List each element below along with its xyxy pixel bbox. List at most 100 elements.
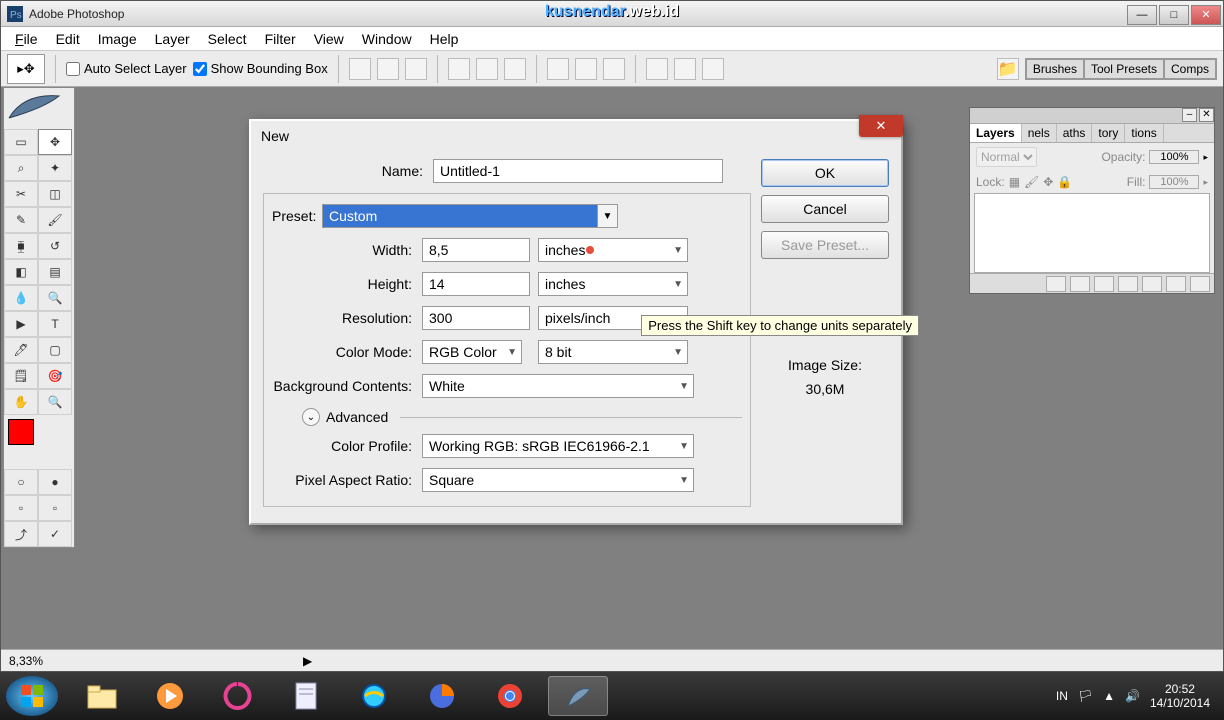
layers-list[interactable] (974, 193, 1210, 273)
dialog-close-button[interactable]: ✕ (859, 115, 903, 137)
menu-filter[interactable]: Filter (257, 29, 304, 49)
taskbar-chrome-icon[interactable] (480, 676, 540, 716)
align-hcenter-button[interactable] (476, 58, 498, 80)
tray-flag-icon[interactable]: 🏳 (1078, 689, 1093, 703)
distribute-right-button[interactable] (702, 58, 724, 80)
align-top-button[interactable] (349, 58, 371, 80)
new-group-icon[interactable] (1142, 276, 1162, 292)
menu-window[interactable]: Window (354, 29, 420, 49)
status-arrow-icon[interactable]: ▶ (303, 654, 312, 668)
screenmode-2[interactable]: ▫ (38, 495, 72, 521)
notes-tool[interactable]: 🗒 (4, 363, 38, 389)
path-select-tool[interactable]: ▶ (4, 311, 38, 337)
menu-view[interactable]: View (306, 29, 352, 49)
auto-select-checkbox[interactable]: Auto Select Layer (66, 61, 187, 76)
tab-layers[interactable]: Layers (970, 124, 1022, 142)
lock-paint-icon[interactable]: 🖌 (1024, 175, 1039, 189)
hand-tool[interactable]: ✋ (4, 389, 38, 415)
blend-mode-select[interactable]: Normal (976, 147, 1037, 167)
layer-style-icon[interactable] (1070, 276, 1090, 292)
move-tool[interactable]: ✥ (38, 129, 72, 155)
tab-history[interactable]: tory (1092, 124, 1125, 142)
resolution-field[interactable] (422, 306, 530, 330)
lock-transparency-icon[interactable]: ▦ (1009, 175, 1020, 189)
save-preset-button[interactable]: Save Preset... (761, 231, 889, 259)
layer-mask-icon[interactable] (1094, 276, 1114, 292)
width-unit-select[interactable]: inches▼ (538, 238, 688, 262)
colormode-select[interactable]: RGB Color▼ (422, 340, 522, 364)
zoom-tool[interactable]: 🔍 (38, 389, 72, 415)
dodge-tool[interactable]: 🔍 (38, 285, 72, 311)
taskbar-firefox-icon[interactable] (412, 676, 472, 716)
jump-to-button[interactable]: ⤴ (4, 521, 38, 547)
palette-well-icon[interactable]: 📁 (997, 58, 1019, 80)
type-tool[interactable]: T (38, 311, 72, 337)
menu-layer[interactable]: Layer (147, 29, 198, 49)
maximize-button[interactable]: □ (1159, 5, 1189, 25)
align-vcenter-button[interactable] (377, 58, 399, 80)
tab-paths[interactable]: aths (1057, 124, 1093, 142)
imageready-button[interactable]: ✓ (38, 521, 72, 547)
fill-value[interactable]: 100% (1149, 175, 1199, 189)
taskbar-app1-icon[interactable] (208, 676, 268, 716)
new-layer-icon[interactable] (1166, 276, 1186, 292)
tab-actions[interactable]: tions (1125, 124, 1163, 142)
par-select[interactable]: Square▼ (422, 468, 694, 492)
lock-all-icon[interactable]: 🔒 (1057, 175, 1072, 189)
opacity-value[interactable]: 100% (1149, 150, 1199, 164)
healing-tool[interactable]: ✎ (4, 207, 38, 233)
titlebar[interactable]: Ps Adobe Photoshop kusnendar.web.id — □ … (1, 1, 1223, 27)
blur-tool[interactable]: 💧 (4, 285, 38, 311)
quickmask-on[interactable]: ● (38, 469, 72, 495)
advanced-toggle[interactable]: ⌄ (302, 408, 320, 426)
lasso-tool[interactable]: ⌕ (4, 155, 38, 181)
adjustment-layer-icon[interactable] (1118, 276, 1138, 292)
zoom-level[interactable]: 8,33% (9, 654, 43, 668)
minimize-button[interactable]: — (1127, 5, 1157, 25)
marquee-tool[interactable]: ▭ (4, 129, 38, 155)
distribute-top-button[interactable] (547, 58, 569, 80)
taskbar-notepad-icon[interactable] (276, 676, 336, 716)
slice-tool[interactable]: ◫ (38, 181, 72, 207)
distribute-left-button[interactable] (646, 58, 668, 80)
clock[interactable]: 20:52 14/10/2014 (1150, 682, 1210, 711)
preset-dropdown-arrow[interactable]: ▼ (598, 204, 618, 228)
brush-tool[interactable]: 🖌 (38, 207, 72, 233)
shape-tool[interactable]: ▢ (38, 337, 72, 363)
ok-button[interactable]: OK (761, 159, 889, 187)
screenmode-1[interactable]: ▫ (4, 495, 38, 521)
lock-move-icon[interactable]: ✥ (1043, 175, 1053, 189)
link-layers-icon[interactable] (1046, 276, 1066, 292)
close-button[interactable]: ✕ (1191, 5, 1221, 25)
name-field[interactable] (433, 159, 723, 183)
distribute-vcenter-button[interactable] (575, 58, 597, 80)
eraser-tool[interactable]: ◧ (4, 259, 38, 285)
bgcontents-select[interactable]: White▼ (422, 374, 694, 398)
taskbar-ie-icon[interactable] (344, 676, 404, 716)
tray-chevron-icon[interactable]: ▲ (1103, 689, 1115, 703)
taskbar-explorer-icon[interactable] (72, 676, 132, 716)
taskbar-mediaplayer-icon[interactable] (140, 676, 200, 716)
preset-select[interactable]: Custom (322, 204, 598, 228)
colordepth-select[interactable]: 8 bit▼ (538, 340, 688, 364)
tray-volume-icon[interactable]: 🔊 (1125, 689, 1140, 703)
width-field[interactable] (422, 238, 530, 262)
delete-layer-icon[interactable] (1190, 276, 1210, 292)
colorprofile-select[interactable]: Working RGB: sRGB IEC61966-2.1▼ (422, 434, 694, 458)
height-unit-select[interactable]: inches▼ (538, 272, 688, 296)
foreground-color[interactable] (8, 419, 34, 445)
show-bounding-box-checkbox[interactable]: Show Bounding Box (193, 61, 328, 76)
quickmask-off[interactable]: ○ (4, 469, 38, 495)
start-button[interactable] (6, 676, 58, 716)
menu-select[interactable]: Select (200, 29, 255, 49)
pen-tool[interactable]: 🖊 (4, 337, 38, 363)
eyedropper-tool[interactable]: 🎯 (38, 363, 72, 389)
height-field[interactable] (422, 272, 530, 296)
stamp-tool[interactable]: ⧯ (4, 233, 38, 259)
align-right-button[interactable] (504, 58, 526, 80)
current-tool-icon[interactable]: ▸✥ (7, 54, 45, 84)
color-swatches[interactable] (8, 419, 42, 453)
menu-help[interactable]: Help (422, 29, 467, 49)
tab-brushes[interactable]: Brushes (1026, 59, 1084, 79)
panel-minimize-button[interactable]: – (1182, 108, 1197, 122)
